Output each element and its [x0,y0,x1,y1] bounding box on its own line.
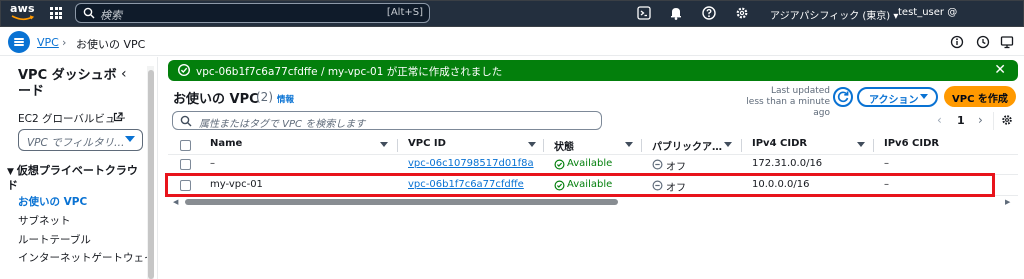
actions-dropdown-button[interactable]: アクション [857,87,938,107]
sidebar-item-route-tables[interactable]: ルートテーブル [18,232,91,247]
external-link-icon [113,112,123,122]
services-grid-icon[interactable] [50,7,62,19]
sort-caret-icon[interactable] [625,142,633,147]
scroll-left-icon[interactable]: ◀ [173,198,178,206]
pager-divider [993,112,994,130]
breadcrumb-vpc-link[interactable]: VPC [37,36,59,49]
aws-logo-text: aws [10,2,35,15]
sort-caret-icon[interactable] [528,142,536,147]
table-title: お使いの VPC [173,92,259,107]
breadcrumb-bar [0,28,1024,56]
info-link[interactable]: 情報 [277,93,294,105]
aws-logo[interactable]: aws [10,3,36,23]
scroll-right-icon[interactable]: ▶ [1005,198,1010,206]
status-off-icon [652,159,663,170]
column-divider[interactable] [873,139,874,152]
last-updated-value: less than a minute ago [746,97,830,118]
previous-page-icon[interactable]: ‹ [937,113,942,127]
region-selector[interactable]: アジアパシフィック (東京) ▾ [770,7,898,22]
account-menu[interactable]: test_user @ [898,7,957,18]
history-clock-icon[interactable] [976,35,990,49]
cloudshell-icon[interactable] [636,5,652,21]
sidebar-item-subnets[interactable]: サブネット [18,213,71,228]
vpc-search-input[interactable]: 属性またはタグで VPC を検索します [172,111,602,130]
last-updated-text: Last updated less than a minute ago [742,86,830,119]
sort-caret-icon[interactable] [724,142,732,147]
cell-name: – [210,158,215,169]
cell-state: Available [567,158,613,169]
search-shortcut-hint: [Alt+S] [386,7,423,18]
flash-message: vpc-06b1f7c6a77cfdffe / my-vpc-01 が正常に作成… [196,66,503,78]
refresh-icon [837,91,849,103]
sidebar-section-vpc[interactable]: ▼ 仮想プライベートクラウド [7,164,147,193]
cell-public-access: オフ [666,162,686,173]
dismiss-close-icon[interactable]: ✕ [994,62,1006,78]
cell-vpc-id-link[interactable]: vpc-06c10798517d01f8a [408,158,534,169]
global-search-input[interactable]: 検索 [Alt+S] [75,3,430,23]
vpc-filter-placeholder: VPC でフィルタリ… [27,137,125,149]
column-header-state[interactable]: 状態 [554,138,574,153]
breadcrumb-current: お使いの VPC [76,38,146,51]
feedback-screen-icon[interactable] [1000,35,1014,49]
sidebar-title: VPC ダッシュボード [18,68,117,99]
table-horizontal-scrollbar[interactable] [185,199,618,205]
navigation-menu-button[interactable] [8,31,30,53]
column-header-ipv4-cidr[interactable]: IPv4 CIDR [752,138,807,149]
table-preferences-gear-icon[interactable] [1000,113,1014,127]
create-vpc-button[interactable]: VPC を作成 [944,86,1016,107]
current-page-number[interactable]: 1 [957,114,965,127]
column-header-name[interactable]: Name [210,138,242,149]
search-icon [83,7,95,19]
sidebar-item-internet-gateways[interactable]: インターネットゲートウェイ [18,250,155,265]
highlight-box [165,173,995,197]
help-icon[interactable] [701,5,717,21]
global-search-placeholder: 検索 [100,9,122,22]
table-count: (2) [256,90,273,104]
sidebar-section-title: 仮想プライベートクラウド [7,164,138,192]
success-check-icon [177,63,191,77]
refresh-button[interactable] [833,87,853,107]
info-icon[interactable] [950,35,964,49]
sidebar-ec2-global-view-link[interactable]: EC2 グローバルビュー [18,111,126,126]
column-header-ipv6-cidr[interactable]: IPv6 CIDR [884,138,939,149]
sort-caret-icon[interactable] [857,142,865,147]
sidebar-close-chevron-icon[interactable]: ‹ [121,66,127,82]
cell-ipv6-cidr: – [884,158,889,169]
column-divider[interactable] [543,139,544,152]
column-divider[interactable] [397,139,398,152]
sidebar-scrollbar-thumb[interactable] [148,70,154,279]
caret-down-icon [920,94,928,99]
dropdown-caret-icon [125,136,135,142]
column-header-vpc-id[interactable]: VPC ID [408,138,446,149]
status-available-icon [554,159,565,170]
vpc-filter-select[interactable]: VPC でフィルタリ… [18,129,143,151]
create-vpc-label: VPC を作成 [952,94,1008,105]
last-updated-label: Last updated [770,86,830,96]
success-flash-banner: vpc-06b1f7c6a77cfdffe / my-vpc-01 が正常に作成… [168,60,1018,81]
notifications-bell-icon[interactable] [668,5,684,21]
column-divider[interactable] [741,139,742,152]
settings-gear-icon[interactable] [734,5,750,21]
select-all-checkbox[interactable] [180,140,191,151]
column-header-public[interactable]: パブリックア… [652,138,722,153]
sidebar-item-your-vpcs[interactable]: お使いの VPC [18,194,87,209]
search-icon [180,115,192,127]
sort-caret-icon[interactable] [380,142,388,147]
column-divider[interactable] [641,139,642,152]
next-page-icon[interactable]: › [978,113,983,127]
vpc-search-placeholder: 属性またはタグで VPC を検索します [199,119,366,130]
aws-smile-icon [11,15,35,21]
cell-ipv4-cidr: 172.31.0.0/16 [752,158,823,169]
row-checkbox[interactable] [180,159,191,170]
section-expanded-caret-icon: ▼ [7,167,14,177]
actions-label: アクション [869,95,919,106]
breadcrumb-separator: › [62,36,67,49]
